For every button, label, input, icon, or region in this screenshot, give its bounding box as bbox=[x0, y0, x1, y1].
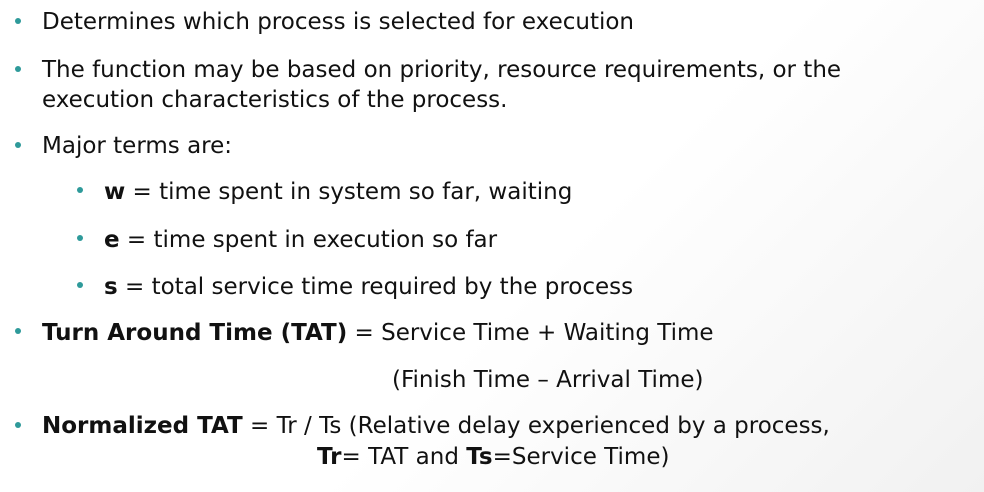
sub-bullet-s: s = total service time required by the p… bbox=[104, 272, 633, 302]
term-s-definition: = total service time required by the pro… bbox=[117, 274, 634, 300]
bullet-dot bbox=[15, 66, 21, 72]
bullet-dot bbox=[15, 328, 21, 334]
bullet-tat: Turn Around Time (TAT) = Service Time + … bbox=[42, 318, 714, 348]
tr-term: Tr bbox=[317, 444, 342, 470]
term-w: w bbox=[104, 179, 126, 205]
sub-bullet-dot bbox=[77, 187, 83, 193]
bullet-determines: Determines which process is selected for… bbox=[42, 7, 634, 37]
ts-term: Ts bbox=[466, 444, 493, 470]
term-s: s bbox=[104, 274, 118, 300]
bullet-text: The function may be based on priority, r… bbox=[42, 57, 842, 83]
sub-bullet-e: e = time spent in execution so far bbox=[104, 225, 497, 255]
sub-bullet-dot bbox=[77, 282, 83, 288]
bullet-function-line1: The function may be based on priority, r… bbox=[42, 55, 841, 85]
bullet-text: Major terms are: bbox=[42, 133, 233, 159]
sub-bullet-w: w = time spent in system so far, waiting bbox=[104, 177, 572, 207]
ts-definition: =Service Time) bbox=[492, 444, 670, 470]
bullet-major-terms: Major terms are: bbox=[42, 131, 232, 161]
bullet-text: execution characteristics of the process… bbox=[42, 87, 508, 113]
ntat-definition-line: Tr= TAT and Ts=Service Time) bbox=[317, 442, 669, 472]
ntat-term: Normalized TAT bbox=[42, 413, 243, 439]
tat-alternate-formula: (Finish Time – Arrival Time) bbox=[392, 365, 703, 395]
tr-definition: = TAT and bbox=[341, 444, 467, 470]
bullet-normalized-tat: Normalized TAT = Tr / Ts (Relative delay… bbox=[42, 411, 830, 441]
bullet-function-line2: execution characteristics of the process… bbox=[42, 85, 507, 115]
term-w-definition: = time spent in system so far, waiting bbox=[125, 179, 573, 205]
ntat-formula: = Tr / Ts (Relative delay experienced by… bbox=[242, 413, 830, 439]
tat-formula: = Service Time + Waiting Time bbox=[347, 320, 714, 346]
tat-term: Turn Around Time (TAT) bbox=[42, 320, 348, 346]
bullet-dot bbox=[15, 18, 21, 24]
sub-bullet-dot bbox=[77, 235, 83, 241]
bullet-text: Determines which process is selected for… bbox=[42, 9, 635, 35]
slide: Determines which process is selected for… bbox=[0, 0, 984, 492]
term-e-definition: = time spent in execution so far bbox=[119, 227, 498, 253]
tat-line2: (Finish Time – Arrival Time) bbox=[392, 367, 704, 393]
bullet-dot bbox=[15, 422, 21, 428]
term-e: e bbox=[104, 227, 120, 253]
bullet-dot bbox=[15, 142, 21, 148]
